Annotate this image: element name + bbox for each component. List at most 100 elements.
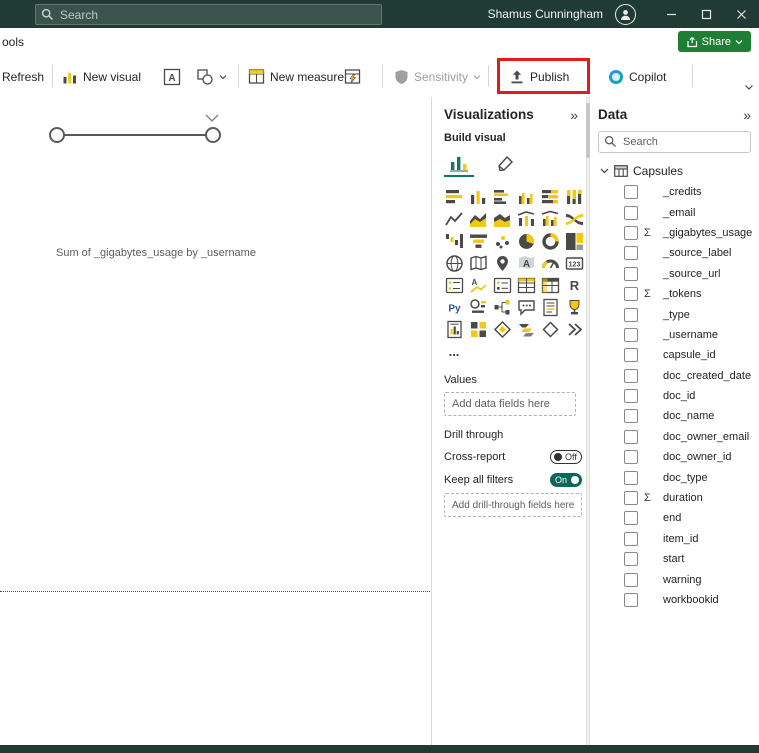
- field-checkbox[interactable]: [624, 185, 638, 199]
- visual-type-r-script-visual-icon[interactable]: R: [564, 275, 584, 295]
- visual-type-decomposition-tree-icon[interactable]: [492, 297, 512, 317]
- field-checkbox[interactable]: [624, 450, 638, 464]
- visual-type-waterfall-chart-icon[interactable]: [444, 231, 464, 251]
- user-avatar[interactable]: [615, 4, 636, 25]
- visual-type-custom-visual-1-icon[interactable]: [540, 319, 560, 339]
- drill-through-dropzone[interactable]: Add drill-through fields here: [444, 493, 582, 517]
- visual-type-card-icon[interactable]: 123: [564, 253, 584, 273]
- field-row-workbookid[interactable]: workbookid: [598, 590, 751, 610]
- publish-button[interactable]: Publish: [509, 56, 569, 97]
- field-checkbox[interactable]: [624, 206, 638, 220]
- visual-type-line-clustered-column-chart-icon[interactable]: [540, 209, 560, 229]
- field-row-_type[interactable]: _type: [598, 304, 751, 324]
- field-row-warning[interactable]: warning: [598, 569, 751, 589]
- visual-type-ribbon-chart-icon[interactable]: [564, 209, 584, 229]
- field-checkbox[interactable]: [624, 226, 638, 240]
- cross-report-toggle[interactable]: Off: [550, 450, 582, 464]
- field-checkbox[interactable]: [624, 267, 638, 281]
- field-row-doc_owner_email[interactable]: doc_owner_email: [598, 427, 751, 447]
- field-row-duration[interactable]: Σduration: [598, 488, 751, 508]
- field-checkbox[interactable]: [624, 308, 638, 322]
- minimize-button[interactable]: [654, 0, 689, 28]
- field-checkbox[interactable]: [624, 328, 638, 342]
- field-checkbox[interactable]: [624, 369, 638, 383]
- visual-type-funnel-chart-icon[interactable]: [468, 231, 488, 251]
- visual-type-power-automate-icon[interactable]: [516, 319, 536, 339]
- tab-build-visual[interactable]: [444, 150, 474, 177]
- visual-type-slicer-icon[interactable]: [492, 275, 512, 295]
- field-row-_username[interactable]: _username: [598, 325, 751, 345]
- field-row-_credits[interactable]: _credits: [598, 182, 751, 202]
- visual-type-stacked-column-chart-icon[interactable]: [468, 187, 488, 207]
- visual-type-paginated-report-icon[interactable]: [444, 319, 464, 339]
- field-row-_gigabytes_usage[interactable]: Σ_gigabytes_usage: [598, 223, 751, 243]
- chevron-down-icon[interactable]: [600, 168, 609, 174]
- visual-type-metrics-icon[interactable]: [564, 297, 584, 317]
- visual-type-line-chart-icon[interactable]: [444, 209, 464, 229]
- new-visual-button[interactable]: New visual: [62, 56, 141, 97]
- visual-type-line-stacked-column-chart-icon[interactable]: [516, 209, 536, 229]
- field-row-doc_id[interactable]: doc_id: [598, 386, 751, 406]
- visual-type-smart-narrative-icon[interactable]: [540, 297, 560, 317]
- quick-measure-button[interactable]: [344, 56, 361, 97]
- field-row-_source_url[interactable]: _source_url: [598, 264, 751, 284]
- visual-type-multi-row-card-icon[interactable]: [444, 275, 464, 295]
- visual-type-key-influencers-icon[interactable]: [468, 297, 488, 317]
- field-checkbox[interactable]: [624, 471, 638, 485]
- visual-type-map-icon[interactable]: [444, 253, 464, 273]
- visual-type-azure-map-icon[interactable]: A: [516, 253, 536, 273]
- field-row-capsule_id[interactable]: capsule_id: [598, 345, 751, 365]
- visual-type-matrix-icon[interactable]: [540, 275, 560, 295]
- slider-handle-right[interactable]: [206, 128, 220, 142]
- field-row-doc_created_date[interactable]: doc_created_date: [598, 366, 751, 386]
- field-checkbox[interactable]: [624, 511, 638, 525]
- new-measure-button[interactable]: New measure: [248, 56, 344, 97]
- visual-type-power-apps-icon[interactable]: [492, 319, 512, 339]
- ribbon-collapse-chevron[interactable]: [744, 78, 754, 96]
- close-button[interactable]: [724, 0, 759, 28]
- maximize-button[interactable]: [689, 0, 724, 28]
- global-search-box[interactable]: [35, 4, 382, 25]
- more-visuals-icon[interactable]: ...: [444, 341, 464, 361]
- visual-type-gauge-icon[interactable]: [540, 253, 560, 273]
- tab-format-visual[interactable]: [490, 150, 520, 177]
- field-checkbox[interactable]: [624, 552, 638, 566]
- visual-type-qa-visual-icon[interactable]: [516, 297, 536, 317]
- copilot-button[interactable]: Copilot: [608, 56, 666, 97]
- field-row-_tokens[interactable]: Σ_tokens: [598, 284, 751, 304]
- visual-type-100-stacked-column-chart-icon[interactable]: [564, 187, 584, 207]
- field-checkbox[interactable]: [624, 593, 638, 607]
- field-checkbox[interactable]: [624, 287, 638, 301]
- field-row-doc_name[interactable]: doc_name: [598, 406, 751, 426]
- data-search-box[interactable]: [598, 131, 751, 153]
- visual-type-stacked-bar-chart-icon[interactable]: [444, 187, 464, 207]
- text-box-button[interactable]: A: [163, 56, 181, 97]
- report-canvas[interactable]: Sum of _gigabytes_usage by _username: [0, 97, 432, 745]
- visual-type-stacked-area-chart-icon[interactable]: [492, 209, 512, 229]
- field-row-item_id[interactable]: item_id: [598, 529, 751, 549]
- field-checkbox[interactable]: [624, 246, 638, 260]
- field-checkbox[interactable]: [624, 409, 638, 423]
- visual-type-shape-map-icon[interactable]: [492, 253, 512, 273]
- visual-type-filled-map-icon[interactable]: [468, 253, 488, 273]
- shapes-button[interactable]: [196, 56, 227, 97]
- visual-type-python-visual-icon[interactable]: Py: [444, 297, 464, 317]
- slicer-chevron-icon[interactable]: [206, 115, 218, 121]
- field-row-_source_label[interactable]: _source_label: [598, 243, 751, 263]
- visual-type-scatter-chart-icon[interactable]: [492, 231, 512, 251]
- field-row-_email[interactable]: _email: [598, 202, 751, 222]
- field-row-end[interactable]: end: [598, 508, 751, 528]
- field-checkbox[interactable]: [624, 389, 638, 403]
- keep-all-filters-toggle[interactable]: On: [550, 473, 582, 487]
- table-node-capsules[interactable]: Capsules: [598, 164, 751, 178]
- slider-handle-left[interactable]: [50, 128, 64, 142]
- visual-type-clustered-bar-chart-icon[interactable]: [492, 187, 512, 207]
- field-row-doc_owner_id[interactable]: doc_owner_id: [598, 447, 751, 467]
- data-search-input[interactable]: [598, 131, 751, 153]
- visual-type-custom-visual-2-icon[interactable]: [564, 319, 584, 339]
- visual-type-clustered-column-chart-icon[interactable]: [516, 187, 536, 207]
- collapse-data-pane-icon[interactable]: »: [743, 108, 751, 122]
- field-row-start[interactable]: start: [598, 549, 751, 569]
- share-button[interactable]: Share: [678, 31, 751, 52]
- field-checkbox[interactable]: [624, 430, 638, 444]
